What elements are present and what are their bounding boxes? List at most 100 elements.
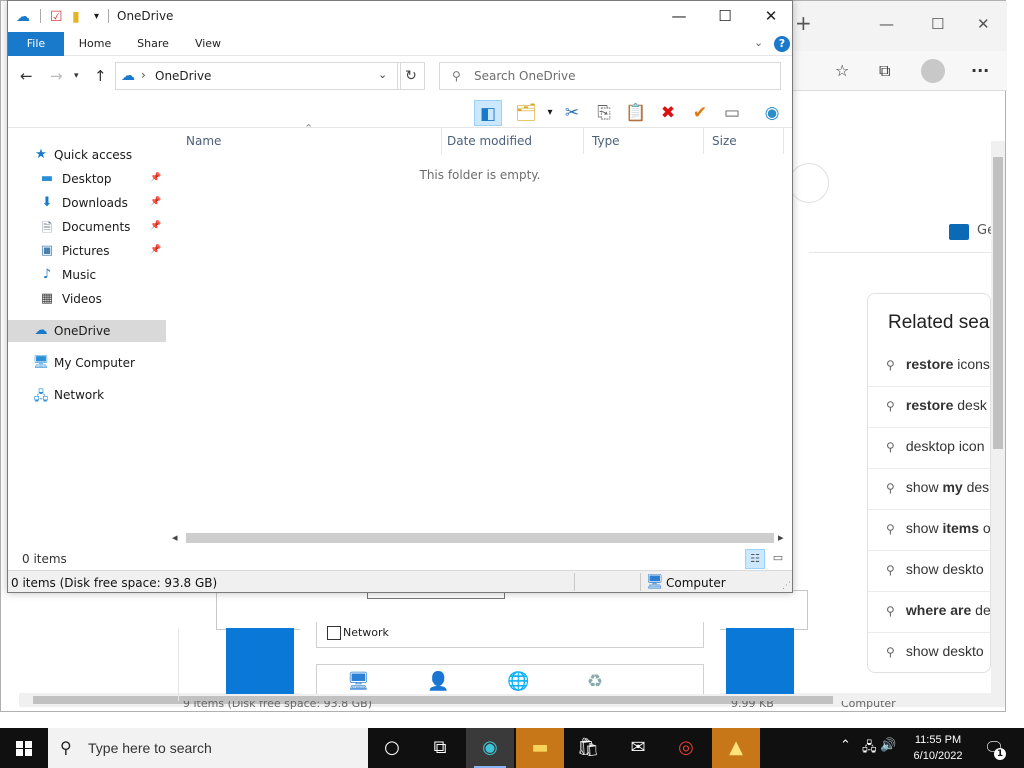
- edge-icon[interactable]: ◉: [466, 728, 514, 768]
- nav-quick-access[interactable]: ★ Quick access: [8, 144, 166, 166]
- shell-icon[interactable]: ◉: [758, 100, 786, 126]
- close-icon[interactable]: ✕: [977, 15, 990, 33]
- paste-icon[interactable]: 📋: [622, 100, 650, 126]
- notification-badge: 1: [994, 748, 1006, 760]
- related-item[interactable]: ⚲ show deskto: [886, 561, 984, 581]
- help-button[interactable]: ?: [774, 36, 790, 52]
- minimize-icon[interactable]: —: [879, 15, 894, 33]
- new-folder-icon[interactable]: ▮: [72, 9, 80, 25]
- more-icon[interactable]: ···: [971, 61, 989, 80]
- tab-home[interactable]: Home: [70, 32, 120, 56]
- tab-share[interactable]: Share: [128, 32, 178, 56]
- volume-icon[interactable]: 🔊: [880, 738, 896, 753]
- store-icon[interactable]: 🛍: [564, 728, 612, 768]
- scroll-left-icon[interactable]: ◂: [172, 531, 178, 544]
- start-button[interactable]: [0, 728, 48, 768]
- related-item[interactable]: ⚲ restore icons: [886, 356, 990, 376]
- back-arrow-icon[interactable]: ←: [20, 67, 33, 85]
- file-explorer-icon[interactable]: ▬: [516, 728, 564, 768]
- customize-dropdown-icon[interactable]: ▾: [94, 11, 99, 22]
- taskbar-search[interactable]: ⚲ Type here to search: [48, 728, 368, 768]
- properties-icon[interactable]: ☑: [50, 9, 63, 25]
- cut-icon[interactable]: ✂: [558, 100, 586, 126]
- clock[interactable]: 11:55 PM 6/10/2022: [896, 732, 980, 764]
- up-arrow-icon[interactable]: ↑: [94, 67, 107, 85]
- recent-locations-icon[interactable]: ▾: [74, 71, 79, 81]
- resize-grip-icon[interactable]: ⋰: [782, 581, 791, 591]
- search-box[interactable]: ⚲: [439, 62, 781, 90]
- browser-vertical-scrollbar[interactable]: [991, 141, 1005, 693]
- related-item[interactable]: ⚲ show items o: [886, 520, 990, 540]
- user-folder-icon[interactable]: 👤: [427, 671, 449, 692]
- address-field[interactable]: ☁ › OneDrive ⌄: [115, 62, 401, 90]
- clock-date: 6/10/2022: [913, 750, 963, 762]
- collections-icon[interactable]: ⧉: [879, 61, 890, 81]
- computer-icon[interactable]: 🖥: [347, 671, 370, 692]
- photos-icon[interactable]: ▲: [712, 728, 760, 768]
- column-header-type[interactable]: Type: [584, 128, 704, 154]
- large-icons-view-icon[interactable]: ▭: [768, 549, 788, 569]
- copy-icon[interactable]: ⎘: [590, 100, 618, 126]
- breadcrumb-onedrive[interactable]: OneDrive: [155, 69, 211, 83]
- related-item[interactable]: ⚲ where are de: [886, 602, 990, 622]
- search-icon: ⚲: [886, 358, 895, 372]
- nav-downloads[interactable]: ⬇ Downloads 📌: [8, 192, 166, 214]
- maximize-icon[interactable]: ☐: [931, 15, 944, 33]
- preview-pane-icon[interactable]: ◧: [474, 100, 502, 126]
- nav-music[interactable]: ♪ Music: [8, 264, 166, 286]
- task-view-icon[interactable]: ⧉: [416, 728, 464, 768]
- checkmark-icon[interactable]: ✔: [686, 100, 714, 126]
- rename-icon[interactable]: ▭: [718, 100, 746, 126]
- search-icon: ⚲: [886, 481, 895, 495]
- search-input[interactable]: [474, 67, 774, 85]
- related-item[interactable]: ⚲ restore desk: [886, 397, 987, 417]
- delete-icon[interactable]: ✖: [654, 100, 682, 126]
- chrome-icon[interactable]: ◎: [662, 728, 710, 768]
- breadcrumb-chevron-icon[interactable]: ›: [141, 68, 146, 82]
- nav-network[interactable]: 🖧 Network: [8, 384, 166, 406]
- tab-file[interactable]: File: [8, 32, 64, 56]
- file-list-horizontal-scrollbar[interactable]: ◂ ▸: [170, 530, 790, 546]
- nav-pictures[interactable]: ▣ Pictures 📌: [8, 240, 166, 262]
- cortana-icon[interactable]: ○: [368, 728, 416, 768]
- network-tray-icon[interactable]: 🖧: [862, 738, 877, 760]
- column-header-size[interactable]: Size: [704, 128, 784, 154]
- related-item[interactable]: ⚲ desktop icon: [886, 438, 985, 458]
- item-count-bar: 0 items ☷ ▭: [8, 548, 792, 570]
- nav-videos[interactable]: ▦ Videos: [8, 288, 166, 310]
- scroll-right-icon[interactable]: ▸: [778, 531, 784, 544]
- show-hidden-icons-icon[interactable]: ⌃: [840, 738, 851, 753]
- related-item[interactable]: ⚲ show deskto: [886, 643, 984, 663]
- taskbar-search-placeholder[interactable]: Type here to search: [88, 740, 212, 756]
- refresh-button[interactable]: ↻: [397, 62, 425, 90]
- tab-view[interactable]: View: [184, 32, 232, 56]
- nav-my-computer[interactable]: 🖥 My Computer: [8, 352, 166, 374]
- scroll-thumb[interactable]: [186, 533, 774, 543]
- column-header-date-modified[interactable]: Date modified: [439, 128, 584, 154]
- nav-onedrive[interactable]: ☁ OneDrive: [8, 320, 166, 342]
- mail-icon[interactable]: ✉: [614, 728, 662, 768]
- minimize-button[interactable]: —: [656, 1, 702, 32]
- status-computer: Computer: [666, 576, 726, 590]
- related-item[interactable]: ⚲ show my des: [886, 479, 989, 499]
- favorites-icon[interactable]: ☆: [835, 61, 849, 80]
- search-circle[interactable]: [789, 163, 829, 203]
- details-view-icon[interactable]: ☷: [745, 549, 765, 569]
- forward-arrow-icon[interactable]: →: [50, 67, 63, 85]
- maximize-button[interactable]: ☐: [702, 1, 748, 32]
- close-button[interactable]: ✕: [748, 1, 792, 32]
- network-icon[interactable]: 🌐: [507, 671, 529, 692]
- pin-icon: 📌: [150, 173, 162, 183]
- nav-documents[interactable]: 🗎 Documents 📌: [8, 216, 166, 238]
- profile-avatar[interactable]: [921, 59, 945, 83]
- address-dropdown-icon[interactable]: ⌄: [378, 68, 387, 81]
- new-tab-icon[interactable]: +: [795, 11, 812, 35]
- recycle-bin-icon[interactable]: ♻: [587, 671, 603, 692]
- column-header-name[interactable]: Name: [178, 128, 442, 154]
- network-checkbox[interactable]: [327, 626, 341, 640]
- clock-time: 11:55 PM: [914, 734, 962, 746]
- expand-ribbon-icon[interactable]: ⌄: [754, 36, 763, 49]
- item-count: 0 items: [22, 552, 67, 566]
- nav-desktop[interactable]: ▬ Desktop 📌: [8, 168, 166, 190]
- windows-logo-icon: [16, 741, 32, 756]
